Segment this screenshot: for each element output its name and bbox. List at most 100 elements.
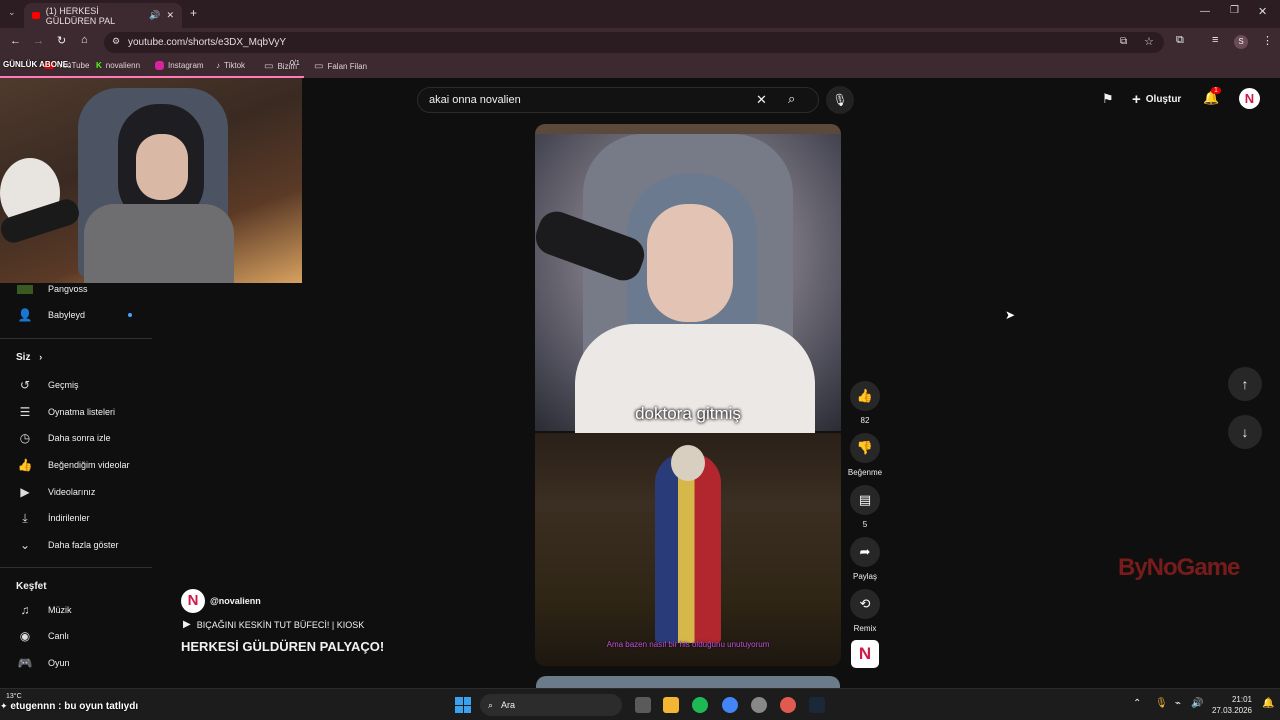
taskbar-search[interactable]: ⌕ Ara xyxy=(480,694,622,716)
browser-tab[interactable]: (1) HERKESİ GÜLDÜREN PAL 🔊 ✕ xyxy=(24,3,182,28)
plus-icon: + xyxy=(1132,91,1141,108)
dislike-button[interactable]: 👎 xyxy=(850,433,880,463)
tab-list-icon[interactable]: ⌄ xyxy=(8,7,16,18)
chat-badges-icon: ✦ xyxy=(0,701,8,711)
speaker-icon[interactable]: 🔊 xyxy=(149,10,160,21)
sidebar-item-gaming[interactable]: 🎮 Oyun xyxy=(0,650,154,676)
history-icon: ↺ xyxy=(19,378,31,392)
chevron-right-icon: › xyxy=(39,352,43,362)
back-icon[interactable]: ← xyxy=(10,35,21,47)
close-window-icon[interactable]: ✕ xyxy=(1258,5,1267,18)
comment-count: 5 xyxy=(862,520,868,529)
chrome-icon[interactable] xyxy=(722,697,738,713)
search-query: akai onna novalien xyxy=(429,94,521,106)
previous-short-button[interactable]: ↑ xyxy=(1228,367,1262,401)
bookmark-instagram[interactable]: Instagram xyxy=(155,61,204,70)
new-tab-icon[interactable]: + xyxy=(190,6,197,20)
sidebar-item-music[interactable]: ♫ Müzik xyxy=(0,597,154,623)
sidebar-item-show-more[interactable]: ⌄ Daha fazla göster xyxy=(0,532,154,558)
minimize-icon[interactable]: — xyxy=(1200,6,1210,17)
gaming-icon: 🎮 xyxy=(17,656,33,670)
remix-icon: ⟲ xyxy=(859,596,871,611)
live-icon: ◉ xyxy=(19,629,31,643)
face xyxy=(136,134,188,200)
video-icon: ▶ xyxy=(20,485,30,499)
cast-icon[interactable]: ⚑ xyxy=(1102,91,1114,107)
search-icon[interactable]: ⌕ xyxy=(788,91,795,107)
next-short-button[interactable]: ↓ xyxy=(1228,415,1262,449)
bookmark-star-icon[interactable]: ☆ xyxy=(1144,35,1154,48)
sidebar-sub-babyleyd[interactable]: 👤 Babyleyd xyxy=(0,302,154,328)
sidebar-item-playlists[interactable]: ☰ Oynatma listeleri xyxy=(0,399,154,425)
channel-handle[interactable]: @novalienn xyxy=(210,596,261,606)
extensions-icon[interactable]: ⧉ xyxy=(1176,34,1184,47)
linked-video-link[interactable]: ▶ BIÇAĞINI KESKİN TUT BÜFECİ! | KIOSK xyxy=(183,619,364,630)
account-avatar[interactable]: N xyxy=(1239,88,1260,109)
clown-head xyxy=(671,445,705,481)
download-icon: ⤓ xyxy=(22,510,28,525)
task-view-icon[interactable] xyxy=(635,697,651,713)
like-button[interactable]: 👍 xyxy=(850,381,880,411)
bookmark-falan-filan[interactable]: ▭ Falan Filan xyxy=(314,61,367,72)
sidebar-item-watch-later[interactable]: ◷ Daha sonra izle xyxy=(0,425,154,451)
channel-avatar[interactable]: N xyxy=(181,589,205,613)
sidebar-item-liked-videos[interactable]: 👍 Beğendiğim videolar xyxy=(0,452,154,478)
forward-icon[interactable]: → xyxy=(33,35,44,47)
profile-avatar[interactable]: S xyxy=(1234,35,1248,49)
remix-label: Remix xyxy=(853,624,877,633)
install-app-icon[interactable]: ⧉ xyxy=(1120,36,1127,47)
address-bar[interactable]: ⚙ youtube.com/shorts/e3DX_MqbVyY ⧉ ☆ xyxy=(104,32,1164,53)
sound-avatar[interactable]: N xyxy=(851,640,879,668)
comments-button[interactable]: ▤ xyxy=(850,485,880,515)
mouse-cursor-icon: ➤ xyxy=(1005,308,1016,322)
clear-search-icon[interactable]: ✕ xyxy=(756,92,767,108)
site-info-icon[interactable]: ⚙ xyxy=(112,36,120,47)
sidebar-item-history[interactable]: ↺ Geçmiş xyxy=(0,372,154,398)
notification-center-icon[interactable]: 🔔 xyxy=(1262,698,1274,709)
short-player[interactable]: doktora gitmiş Ama bazen nasıl bir his o… xyxy=(535,124,841,666)
explore-section-heading: Keşfet xyxy=(16,581,47,592)
notification-badge: 1 xyxy=(1211,87,1221,94)
start-button[interactable] xyxy=(455,697,471,713)
clock[interactable]: 21:01 27.03.2026 xyxy=(1210,694,1252,716)
spotify-icon[interactable] xyxy=(692,697,708,713)
reload-icon[interactable]: ↻ xyxy=(57,34,66,47)
restore-icon[interactable]: ❐ xyxy=(1230,5,1239,16)
search-input[interactable]: akai onna novalien ✕ ⌕ xyxy=(417,87,819,113)
webcam-overlay xyxy=(0,78,302,283)
new-content-dot xyxy=(128,313,132,317)
daily-sub-label: GÜNLÜK ABONE: xyxy=(3,60,71,69)
sidebar-item-live[interactable]: ◉ Canlı xyxy=(0,623,154,649)
mic-tray-icon[interactable]: 🎙 xyxy=(1155,698,1168,709)
remix-button[interactable]: ⟲ xyxy=(850,589,880,619)
file-explorer-icon[interactable] xyxy=(663,697,679,713)
volume-icon[interactable]: 🔊 xyxy=(1191,698,1203,709)
sidebar-item-downloads[interactable]: ⤓ İndirilenler xyxy=(0,505,154,531)
steam-icon[interactable] xyxy=(809,697,825,713)
daily-sub-count: 0/1 xyxy=(290,60,300,67)
share-button[interactable]: ➦ xyxy=(850,537,880,567)
voice-search-button[interactable]: 🎙 xyxy=(826,86,854,114)
next-short-preview[interactable] xyxy=(536,676,840,688)
arrow-up-icon: ↑ xyxy=(1241,376,1249,392)
media-control-icon[interactable]: ≡ xyxy=(1212,34,1218,46)
bookmark-tiktok[interactable]: ♪ Tiktok xyxy=(216,61,245,70)
close-tab-icon[interactable]: ✕ xyxy=(166,10,174,21)
chrome-active-icon[interactable] xyxy=(780,697,796,713)
weather-widget[interactable]: 13°C xyxy=(6,693,22,700)
notifications-button[interactable]: 🔔 1 xyxy=(1203,87,1221,106)
microphone-icon: 🎙 xyxy=(832,93,848,107)
tray-expand-icon[interactable]: ⌃ xyxy=(1133,698,1141,709)
bookmarks-bar: YouTube K novalienn Instagram ♪ Tiktok ▭… xyxy=(0,56,1280,78)
bookmark-novalienn[interactable]: K novalienn xyxy=(96,61,140,70)
face xyxy=(647,204,733,322)
music-icon: ♫ xyxy=(20,603,30,617)
sidebar-item-your-videos[interactable]: ▶ Videolarınız xyxy=(0,479,154,505)
home-icon[interactable]: ⌂ xyxy=(81,34,88,46)
you-section-heading[interactable]: Siz › xyxy=(16,352,42,363)
obs-icon[interactable] xyxy=(751,697,767,713)
network-icon[interactable]: ⌁ xyxy=(1175,698,1181,709)
create-button[interactable]: + Oluştur xyxy=(1132,91,1181,108)
tiktok-icon: ♪ xyxy=(216,61,220,70)
menu-dots-icon[interactable]: ⋮ xyxy=(1262,34,1273,47)
